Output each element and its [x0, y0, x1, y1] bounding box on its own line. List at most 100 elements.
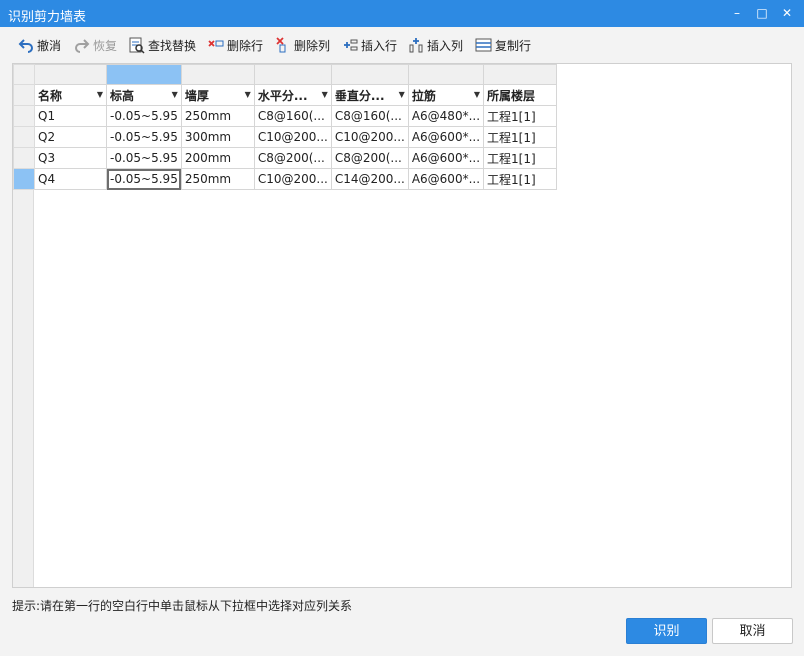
insert-row-button[interactable]: 插入行 [342, 35, 397, 55]
delete-row-icon [208, 40, 224, 47]
dropdown-arrow-icon[interactable]: ▼ [322, 90, 328, 99]
mapping-cell[interactable] [330, 64, 409, 85]
column-header-elevation[interactable]: 标高 ▼ [106, 84, 182, 106]
shear-wall-grid: 名称 ▼ 标高 ▼ 墙厚 ▼ 水平分... ▼ 垂直分... ▼ 拉筋 ▼ 所属楼层 Q1 … [12, 63, 792, 588]
table-cell[interactable]: 工程1[1] [483, 168, 558, 190]
find-replace-label: 查找替换 [148, 38, 197, 53]
mapping-cell[interactable] [407, 64, 485, 85]
copy-row-button[interactable]: 复制行 [475, 35, 531, 55]
table-cell[interactable]: A6@600*... [407, 168, 485, 190]
table-cell[interactable]: A6@480*... [407, 105, 485, 127]
undo-icon [18, 39, 33, 53]
insert-column-icon [409, 38, 423, 53]
table-cell[interactable]: -0.05~5.95 [106, 105, 182, 127]
table-cell[interactable]: 250mm [180, 105, 255, 127]
column-header-tie-bar[interactable]: 拉筋 ▼ [407, 84, 485, 106]
redo-icon [75, 39, 90, 53]
shear-wall-table: 名称 ▼ 标高 ▼ 墙厚 ▼ 水平分... ▼ 垂直分... ▼ 拉筋 ▼ 所属楼层 Q1 … [13, 64, 558, 190]
redo-button[interactable]: 恢复 [74, 35, 117, 55]
header-label: 墙厚 [184, 88, 209, 103]
redo-label: 恢复 [93, 38, 118, 53]
table-cell[interactable]: Q2 [34, 126, 107, 148]
table-cell[interactable]: C8@160(... [253, 105, 332, 127]
table-cell[interactable]: C8@160(... [330, 105, 409, 127]
table-cell[interactable]: 工程1[1] [483, 105, 558, 127]
insert-col-button[interactable]: 插入列 [408, 35, 463, 55]
toolbar: 撤消 恢复 查找替换 删除行 删除列 插入行 插入列 复制行 [0, 27, 804, 63]
table-cell[interactable]: Q4 [34, 168, 107, 190]
column-header-thickness[interactable]: 墙厚 ▼ [180, 84, 255, 106]
table-cell[interactable]: C10@200... [330, 126, 409, 148]
delete-col-button[interactable]: 删除列 [275, 35, 330, 55]
dropdown-arrow-icon[interactable]: ▼ [474, 90, 480, 99]
table-cell[interactable]: -0.05~5.95 [106, 126, 182, 148]
dropdown-arrow-icon[interactable]: ▼ [399, 90, 405, 99]
table-cell[interactable]: 200mm [180, 147, 255, 169]
recognize-button[interactable]: 识别 [626, 618, 707, 644]
column-header-floor[interactable]: 所属楼层 [483, 84, 558, 106]
header-label: 垂直分... [334, 88, 385, 103]
table-row: Q1 -0.05~5.95 250mm C8@160(... C8@160(..… [13, 105, 558, 127]
mapping-row [13, 64, 558, 85]
mapping-cell[interactable] [106, 64, 182, 85]
table-cell[interactable]: 工程1[1] [483, 126, 558, 148]
header-label: 名称 [38, 88, 63, 103]
table-cell[interactable]: -0.05~5.95 [106, 147, 182, 169]
table-row: Q3 -0.05~5.95 200mm C8@200(... C8@200(..… [13, 147, 558, 169]
column-header-horizontal-bar[interactable]: 水平分... ▼ [253, 84, 332, 106]
table-cell[interactable]: Q1 [34, 105, 107, 127]
copy-row-label: 复制行 [495, 38, 532, 53]
insert-row-label: 插入行 [361, 38, 398, 53]
undo-button[interactable]: 撤消 [18, 35, 61, 55]
maximize-button[interactable]: □ [752, 4, 772, 22]
hint-text: 提示:请在第一行的空白行中单击鼠标从下拉框中选择对应列关系 [12, 599, 353, 613]
row-header-selected[interactable] [13, 168, 35, 190]
table-cell[interactable]: Q3 [34, 147, 107, 169]
row-header [13, 84, 35, 106]
table-cell[interactable]: C10@200... [253, 168, 332, 190]
delete-col-label: 删除列 [294, 38, 331, 53]
insert-row-icon [344, 39, 358, 51]
table-cell[interactable]: C8@200(... [253, 147, 332, 169]
table-cell[interactable]: C8@200(... [330, 147, 409, 169]
table-cell[interactable]: C10@200... [253, 126, 332, 148]
dropdown-arrow-icon[interactable]: ▼ [97, 90, 103, 99]
dropdown-arrow-icon[interactable]: ▼ [245, 90, 251, 99]
copy-row-icon [475, 38, 492, 52]
mapping-cell[interactable] [34, 64, 107, 85]
mapping-cell[interactable] [483, 64, 558, 85]
delete-row-button[interactable]: 删除行 [208, 35, 263, 55]
dropdown-arrow-icon[interactable]: ▼ [172, 90, 178, 99]
corner-cell [13, 64, 35, 85]
mapping-cell[interactable] [253, 64, 332, 85]
close-button[interactable]: ✕ [777, 4, 797, 22]
table-row: Q2 -0.05~5.95 300mm C10@200... C10@200..… [13, 126, 558, 148]
find-replace-icon [129, 37, 145, 54]
column-header-name[interactable]: 名称 ▼ [34, 84, 107, 106]
mapping-cell[interactable] [180, 64, 255, 85]
insert-col-label: 插入列 [427, 38, 464, 53]
row-header[interactable] [13, 105, 35, 127]
table-cell[interactable]: 250mm [180, 168, 255, 190]
header-row: 名称 ▼ 标高 ▼ 墙厚 ▼ 水平分... ▼ 垂直分... ▼ 拉筋 ▼ 所属楼层 [13, 84, 558, 106]
title-bar: 识别剪力墙表 – □ ✕ [0, 0, 804, 27]
header-label: 拉筋 [411, 88, 436, 103]
table-cell[interactable]: A6@600*... [407, 147, 485, 169]
table-cell[interactable]: A6@600*... [407, 126, 485, 148]
row-header[interactable] [13, 147, 35, 169]
table-cell[interactable]: 工程1[1] [483, 147, 558, 169]
header-label: 水平分... [257, 88, 308, 103]
header-label: 标高 [110, 88, 135, 103]
delete-row-label: 删除行 [227, 38, 264, 53]
table-cell[interactable]: C14@200... [330, 168, 409, 190]
table-cell[interactable]: 300mm [180, 126, 255, 148]
cancel-button[interactable]: 取消 [712, 618, 793, 644]
find-replace-button[interactable]: 查找替换 [128, 35, 196, 55]
delete-column-icon [276, 37, 286, 53]
header-label: 所属楼层 [487, 88, 536, 103]
row-header[interactable] [13, 126, 35, 148]
window-title: 识别剪力墙表 [8, 10, 87, 25]
column-header-vertical-bar[interactable]: 垂直分... ▼ [330, 84, 409, 106]
active-table-cell[interactable]: -0.05~5.95 [106, 168, 182, 190]
minimize-button[interactable]: – [727, 4, 747, 22]
